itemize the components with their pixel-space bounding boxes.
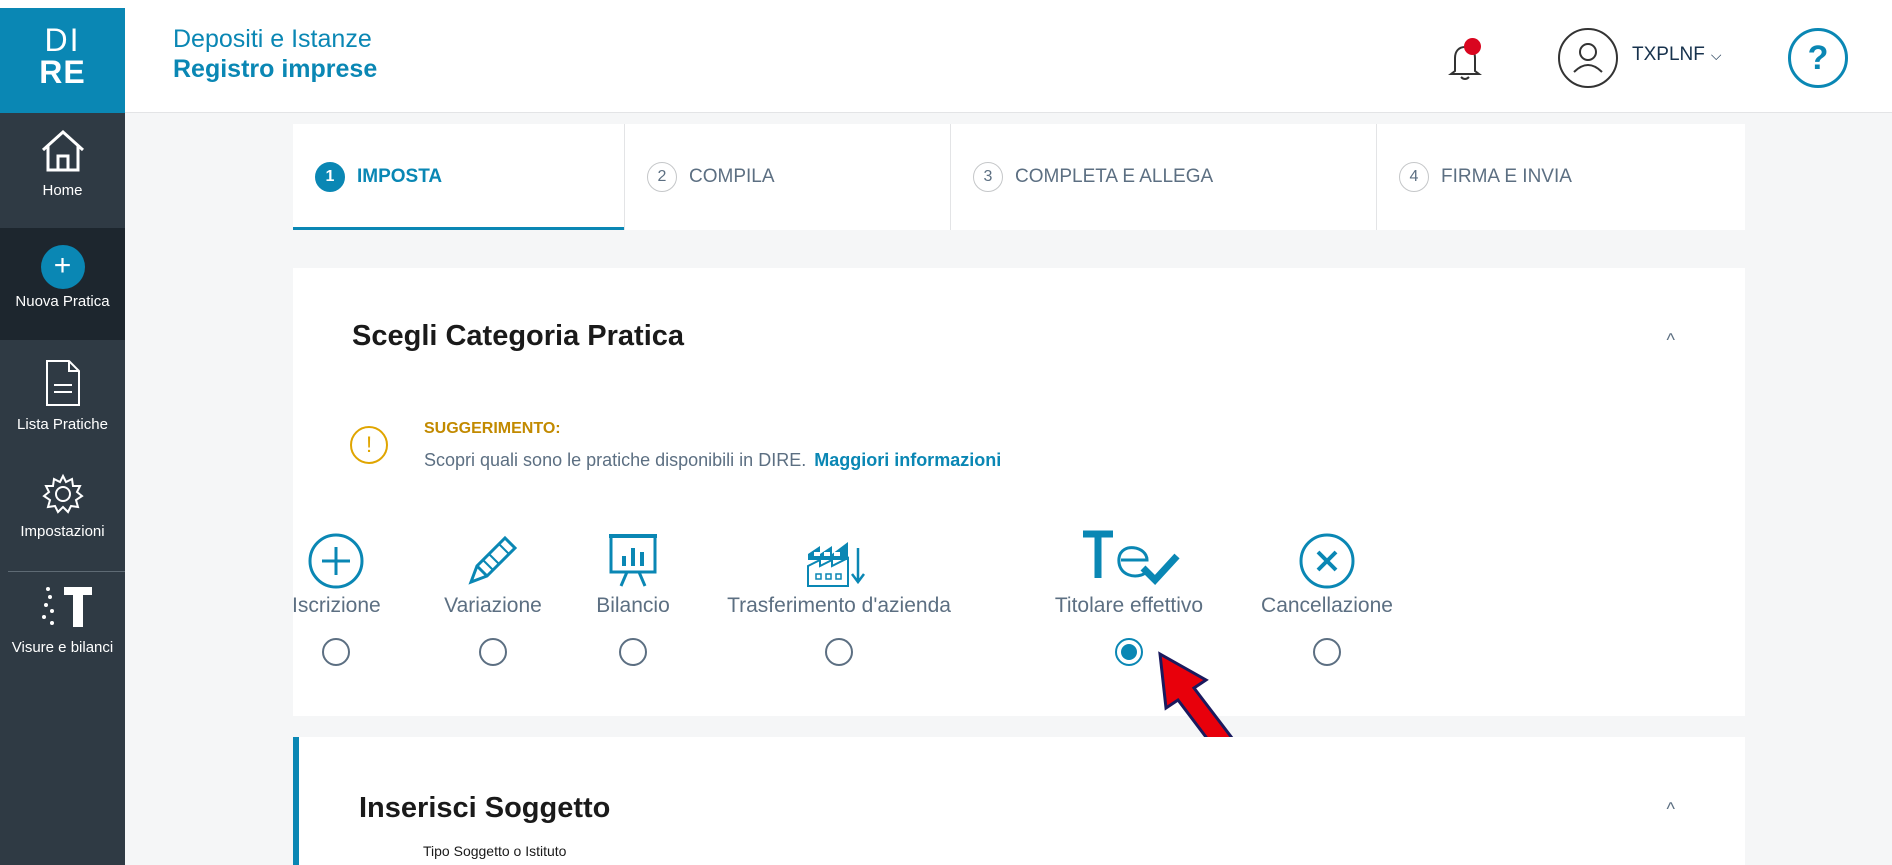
notification-bell-icon[interactable]	[1445, 38, 1485, 82]
category-iscrizione[interactable]: Iscrizione	[292, 530, 381, 666]
app-title-line2: Registro imprese	[173, 55, 378, 83]
hint-title: SUGGERIMENTO:	[424, 420, 561, 437]
step-compila[interactable]: 2 COMPILA	[625, 124, 951, 230]
radio-bilancio[interactable]	[619, 638, 647, 666]
pencil-icon	[443, 530, 543, 590]
step-firma-invia[interactable]: 4 FIRMA E INVIA	[1377, 124, 1745, 230]
x-circle-icon	[1257, 530, 1397, 590]
plus-circle-icon	[292, 530, 380, 590]
sidebar-item-nuova-pratica[interactable]: + Nuova Pratica	[0, 228, 125, 340]
step-imposta[interactable]: 1 IMPOSTA	[293, 124, 625, 230]
user-avatar-icon[interactable]	[1558, 28, 1618, 88]
factory-icon	[724, 530, 954, 590]
tipo-soggetto-label: Tipo Soggetto o Istituto	[423, 843, 567, 859]
username: TXPLNF	[1632, 44, 1705, 65]
sidebar-divider	[8, 571, 125, 572]
sidebar-item-visure-bilanci[interactable]: Visure e bilanci	[0, 583, 125, 673]
chart-board-icon	[593, 530, 673, 590]
user-menu[interactable]: TXPLNF ⌵	[1632, 44, 1721, 66]
document-icon	[45, 360, 80, 406]
step-completa-allega[interactable]: 3 COMPLETA E ALLEGA	[951, 124, 1377, 230]
radio-variazione[interactable]	[479, 638, 507, 666]
radio-trasferimento-azienda[interactable]	[825, 638, 853, 666]
sidebar-item-impostazioni[interactable]: Impostazioni	[0, 473, 125, 563]
collapse-chevron-icon[interactable]: ^	[1667, 330, 1675, 351]
subject-card-title: Inserisci Soggetto	[359, 792, 611, 824]
radio-iscrizione[interactable]	[322, 638, 350, 666]
app-title: Depositi e Istanze Registro imprese	[173, 24, 377, 84]
category-card: Scegli Categoria Pratica ^ ! SUGGERIMENT…	[292, 268, 1745, 716]
app-header: DI RE Depositi e Istanze Registro impres…	[0, 0, 1892, 113]
sidebar-item-home[interactable]: Home	[0, 128, 125, 226]
sidebar-item-lista-pratiche[interactable]: Lista Pratiche	[0, 358, 125, 448]
sidebar: Home + Nuova Pratica Lista Pratiche Impo…	[0, 113, 125, 865]
titolare-icon	[1044, 530, 1214, 590]
subject-card: Inserisci Soggetto ^ Tipo Soggetto o Ist…	[293, 737, 1745, 865]
help-button[interactable]: ?	[1788, 28, 1848, 88]
app-title-line1: Depositi e Istanze	[173, 25, 372, 53]
gear-icon	[41, 473, 84, 514]
visure-icon	[41, 587, 92, 627]
dire-logo[interactable]: DI RE	[0, 8, 125, 113]
collapse-chevron-icon[interactable]: ^	[1667, 799, 1675, 820]
chevron-down-icon: ⌵	[1710, 47, 1722, 63]
hint-text: Scopri quali sono le pratiche disponibil…	[424, 450, 1002, 470]
more-info-link[interactable]: Maggiori informazioni	[814, 450, 1001, 470]
radio-titolare-effettivo[interactable]	[1115, 638, 1143, 666]
category-card-title: Scegli Categoria Pratica	[352, 320, 685, 352]
plus-icon: +	[40, 245, 85, 289]
home-icon	[41, 129, 84, 172]
notification-dot	[1464, 38, 1481, 55]
radio-cancellazione[interactable]	[1313, 638, 1341, 666]
wizard-stepper: 1 IMPOSTA 2 COMPILA 3 COMPLETA E ALLEGA …	[293, 124, 1745, 230]
warning-icon: !	[350, 426, 388, 464]
